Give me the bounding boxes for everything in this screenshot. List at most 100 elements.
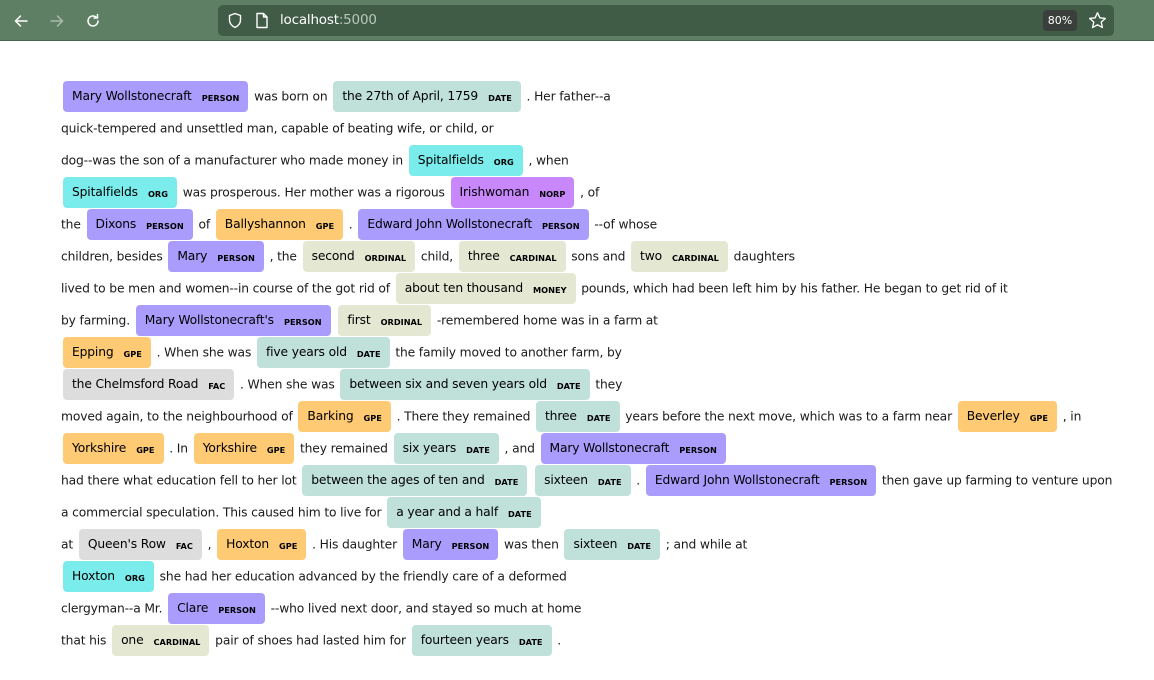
text-line: clergyman--a Mr. Clare PERSON --who lived… [61, 592, 1121, 624]
plain-text: , of [576, 185, 600, 200]
entity-label: PERSON [451, 541, 490, 551]
entity-text: Irishwoman [459, 185, 530, 199]
plain-text: , the [265, 249, 301, 264]
entity-text: between the ages of ten and [311, 473, 485, 487]
entity-label: PERSON [829, 477, 868, 487]
plain-text: . [632, 473, 644, 488]
text-line: moved again, to the neighbourhood of Bar… [61, 400, 1121, 432]
entity-gpe: Ballyshannon GPE [215, 209, 344, 240]
text-line: Epping GPE . When she was five years old D… [61, 336, 1121, 368]
entity-label: GPE [123, 349, 142, 359]
entity-gpe: Yorkshire GPE [193, 433, 295, 464]
entity-date: between the ages of ten and DATE [302, 465, 528, 496]
text-line: the Dixons PERSON of Ballyshannon GPE . Ed… [61, 208, 1121, 240]
plain-text: a commercial speculation. This caused hi… [61, 505, 386, 520]
entity-label: PERSON [146, 221, 184, 231]
plain-text: lived to be men and women--in course of … [61, 281, 394, 296]
entity-text: Epping [72, 345, 114, 359]
entity-label: PERSON [542, 221, 580, 231]
plain-text [333, 314, 337, 328]
entity-date: five years old DATE [256, 337, 390, 368]
plain-text: child, [417, 249, 457, 264]
entity-label: DATE [356, 349, 381, 359]
entity-label: GPE [279, 541, 298, 551]
entity-text: Mary Wollstonecraft's [144, 313, 274, 327]
entity-text: a year and a half [396, 505, 499, 519]
entity-label: FAC [208, 381, 226, 391]
plain-text: . In [165, 441, 192, 456]
entity-cardinal: three CARDINAL [458, 241, 566, 272]
entity-text: Mary Wollstonecraft [72, 89, 192, 103]
entity-money: about ten thousand MONEY [395, 273, 576, 304]
entity-gpe: Beverley GPE [957, 401, 1058, 432]
entity-text: between six and seven years old [349, 377, 547, 391]
entity-text: first [347, 313, 371, 327]
entity-label: MONEY [533, 285, 567, 295]
plain-text: . When she was [152, 345, 255, 360]
entity-text: Spitalfields [72, 185, 138, 199]
back-arrow-icon [14, 15, 28, 27]
entity-date: sixteen DATE [535, 465, 631, 496]
shield-icon[interactable] [227, 12, 243, 29]
entity-date: a year and a half DATE [387, 497, 541, 528]
ner-visualization: Mary Wollstonecraft PERSON was born on th… [61, 80, 1121, 656]
text-line: a commercial speculation. This caused hi… [61, 496, 1121, 528]
entity-label: ORDINAL [364, 253, 407, 263]
entity-gpe: Epping GPE [63, 337, 151, 368]
plain-text: . There they remained [392, 409, 535, 424]
entity-text: six years [402, 441, 457, 455]
entity-person: Dixons PERSON [86, 209, 193, 240]
plain-text: she had her education advanced by the fr… [155, 569, 567, 584]
entity-person: Edward John Wollstonecraft PERSON [358, 209, 589, 240]
entity-text: Edward John Wollstonecraft [367, 217, 532, 231]
entity-text: one [121, 633, 144, 647]
entity-label: CARDINAL [509, 253, 557, 263]
url-text[interactable]: localhost:5000 [280, 12, 377, 28]
entity-label: GPE [363, 413, 382, 423]
entity-text: Mary [177, 249, 208, 263]
entity-date: the 27th of April, 1759 DATE [333, 81, 521, 112]
plain-text: , [203, 537, 216, 552]
text-line: Spitalfields ORG was prosperous. Her moth… [61, 176, 1121, 208]
plain-text: -remembered home was in a farm at [433, 313, 658, 328]
forward-button[interactable] [44, 8, 70, 34]
text-line: that his one CARDINAL pair of shoes had l… [61, 624, 1121, 656]
entity-person: Mary Wollstonecraft PERSON [63, 81, 249, 112]
star-icon[interactable] [1088, 11, 1107, 30]
entity-label: CARDINAL [672, 253, 719, 263]
plain-text: then gave up farming to venture upon [878, 473, 1113, 488]
plain-text: was then [500, 537, 563, 552]
plain-text: at [61, 537, 77, 552]
plain-text: . [345, 217, 357, 232]
plain-text: was born on [250, 89, 332, 104]
address-bar[interactable]: localhost:5000 80% [218, 5, 1114, 36]
page-icon[interactable] [255, 12, 269, 29]
entity-label: DATE [556, 381, 581, 391]
text-line: by farming. Mary Wollstonecraft's PERSON … [61, 304, 1121, 336]
plain-text: . [553, 633, 562, 648]
entity-text: Clare [177, 601, 209, 615]
entity-text: Ballyshannon [224, 217, 306, 231]
entity-text: sixteen [573, 537, 618, 551]
plain-text: --of whose [590, 217, 658, 232]
plain-text: by farming. [61, 313, 134, 328]
entity-text: Yorkshire [202, 441, 257, 455]
entity-label: PERSON [218, 605, 256, 615]
entity-text: sixteen [544, 473, 588, 487]
entity-label: DATE [518, 637, 543, 647]
reload-button[interactable] [80, 8, 106, 34]
back-button[interactable] [8, 8, 34, 34]
entity-label: ORDINAL [380, 317, 423, 327]
entity-label: DATE [466, 445, 490, 455]
entity-org: Hoxton ORG [63, 561, 154, 592]
entity-person: Mary Wollstonecraft's PERSON [135, 305, 331, 336]
entity-date: sixteen DATE [564, 529, 660, 560]
zoom-level-badge[interactable]: 80% [1043, 10, 1077, 31]
text-line: at Queen's Row FAC , Hoxton GPE . His daug… [61, 528, 1121, 560]
entity-person: Clare PERSON [168, 593, 265, 624]
entity-text: Yorkshire [72, 441, 127, 455]
text-line: children, besides Mary PERSON , the secon… [61, 240, 1121, 272]
url-host: localhost [280, 12, 339, 28]
entity-label: GPE [266, 445, 286, 455]
entity-ordinal: second ORDINAL [302, 241, 416, 272]
